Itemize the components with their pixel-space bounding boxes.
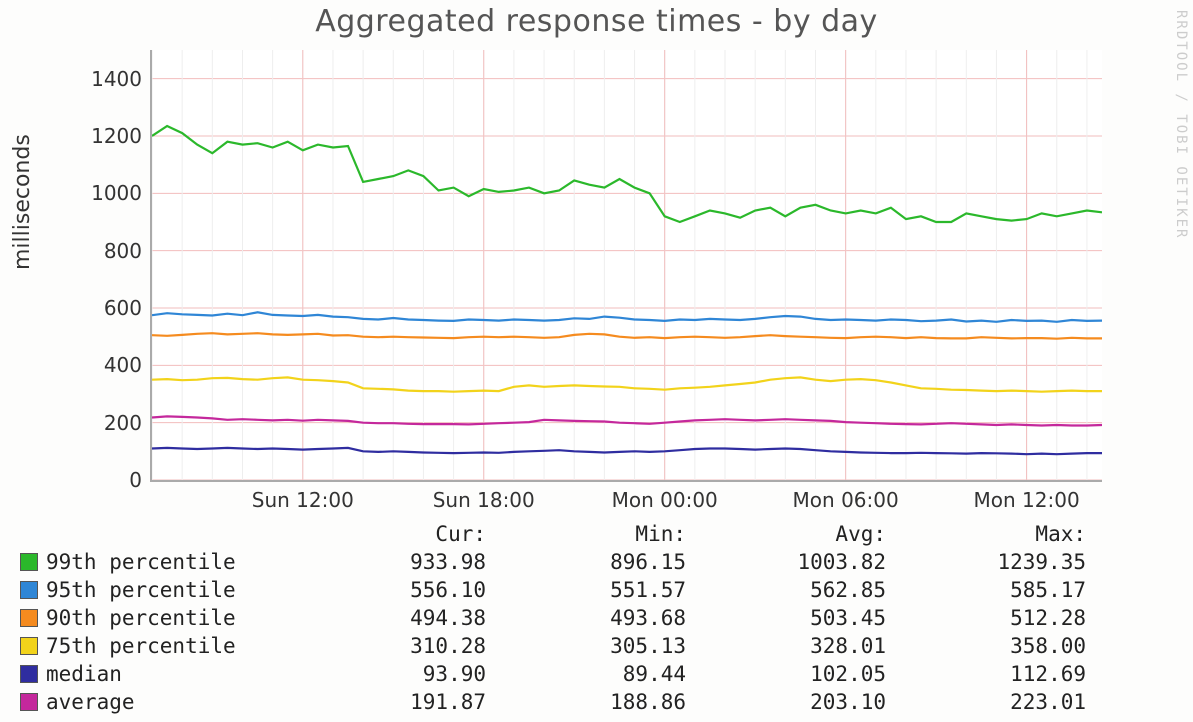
grid — [152, 50, 1102, 480]
legend-row: 95th percentile556.10551.57562.85585.17 — [20, 576, 1180, 604]
legend-avg: 1003.82 — [716, 550, 916, 574]
plot-area: 0200400600800100012001400Sun 12:00Sun 18… — [150, 50, 1102, 482]
legend-min: 493.68 — [516, 606, 716, 630]
legend-row: median93.9089.44102.05112.69 — [20, 660, 1180, 688]
legend-label: average — [46, 690, 326, 714]
legend-swatch — [20, 665, 38, 683]
legend-header-cur: Cur: — [326, 522, 516, 546]
series-line — [152, 333, 1102, 339]
series-group — [152, 126, 1102, 454]
legend-min: 188.86 — [516, 690, 716, 714]
legend-avg: 562.85 — [716, 578, 916, 602]
legend-label: 75th percentile — [46, 634, 326, 658]
legend-header-min: Min: — [516, 522, 716, 546]
x-tick: Mon 06:00 — [793, 488, 899, 512]
legend-max: 1239.35 — [916, 550, 1116, 574]
legend-swatch — [20, 637, 38, 655]
series-line — [152, 377, 1102, 391]
legend-max: 112.69 — [916, 662, 1116, 686]
y-tick: 1200 — [91, 124, 142, 148]
series-line — [152, 416, 1102, 425]
legend-header-avg: Avg: — [716, 522, 916, 546]
y-tick: 800 — [104, 239, 142, 263]
chart-title: Aggregated response times - by day — [0, 4, 1193, 39]
legend-cur: 93.90 — [326, 662, 516, 686]
legend-swatch — [20, 581, 38, 599]
legend-header-max: Max: — [916, 522, 1116, 546]
legend-row: 75th percentile310.28305.13328.01358.00 — [20, 632, 1180, 660]
series-line — [152, 448, 1102, 454]
x-tick: Mon 12:00 — [974, 488, 1080, 512]
legend-row: 99th percentile933.98896.151003.821239.3… — [20, 548, 1180, 576]
legend-cur: 494.38 — [326, 606, 516, 630]
legend-label: 95th percentile — [46, 578, 326, 602]
legend-swatch — [20, 693, 38, 711]
y-axis-label: milliseconds — [10, 134, 35, 270]
legend-label: 99th percentile — [46, 550, 326, 574]
legend-label: 90th percentile — [46, 606, 326, 630]
legend-label: median — [46, 662, 326, 686]
legend-min: 896.15 — [516, 550, 716, 574]
legend-cur: 191.87 — [326, 690, 516, 714]
legend-avg: 102.05 — [716, 662, 916, 686]
legend-row: 90th percentile494.38493.68503.45512.28 — [20, 604, 1180, 632]
legend-min: 305.13 — [516, 634, 716, 658]
series-line — [152, 312, 1102, 322]
legend-table: Cur: Min: Avg: Max: 99th percentile933.9… — [20, 520, 1180, 716]
series-line — [152, 126, 1102, 222]
x-tick: Sun 12:00 — [252, 488, 354, 512]
y-tick: 0 — [129, 468, 142, 492]
y-tick: 600 — [104, 296, 142, 320]
legend-cur: 933.98 — [326, 550, 516, 574]
legend-header: Cur: Min: Avg: Max: — [20, 520, 1180, 548]
legend-avg: 503.45 — [716, 606, 916, 630]
y-tick: 1400 — [91, 67, 142, 91]
chart-svg — [152, 50, 1102, 480]
x-tick: Mon 00:00 — [612, 488, 718, 512]
y-tick: 400 — [104, 353, 142, 377]
legend-min: 89.44 — [516, 662, 716, 686]
legend-max: 358.00 — [916, 634, 1116, 658]
x-tick: Sun 18:00 — [433, 488, 535, 512]
legend-swatch — [20, 553, 38, 571]
legend-row: average191.87188.86203.10223.01 — [20, 688, 1180, 716]
legend-min: 551.57 — [516, 578, 716, 602]
legend-swatch — [20, 609, 38, 627]
legend-avg: 328.01 — [716, 634, 916, 658]
y-tick: 1000 — [91, 181, 142, 205]
legend-max: 512.28 — [916, 606, 1116, 630]
legend-cur: 310.28 — [326, 634, 516, 658]
y-tick: 200 — [104, 411, 142, 435]
rrdtool-watermark: RRDTOOL / TOBI OETIKER — [1173, 10, 1189, 239]
legend-avg: 203.10 — [716, 690, 916, 714]
legend-cur: 556.10 — [326, 578, 516, 602]
legend-max: 585.17 — [916, 578, 1116, 602]
legend-max: 223.01 — [916, 690, 1116, 714]
